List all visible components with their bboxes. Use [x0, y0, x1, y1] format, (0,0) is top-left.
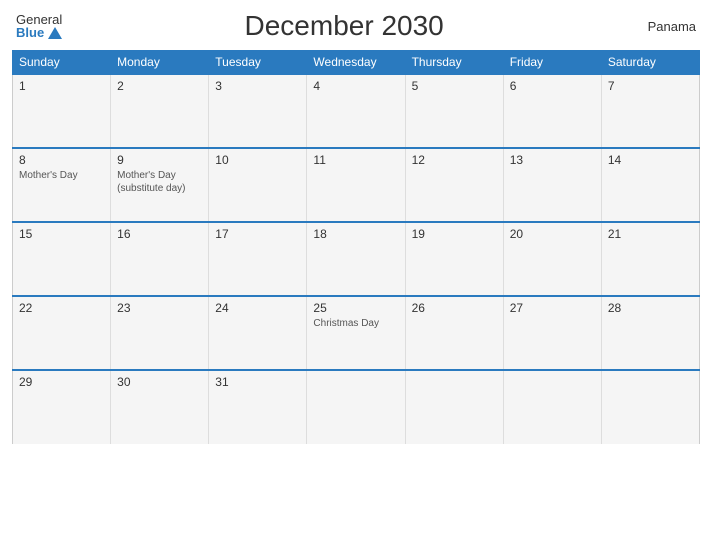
calendar-cell: 6	[503, 74, 601, 148]
calendar-cell: 18	[307, 222, 405, 296]
day-number: 2	[117, 79, 202, 93]
calendar-cell: 17	[209, 222, 307, 296]
calendar-header: General Blue December 2030 Panama	[12, 10, 700, 42]
calendar-cell: 20	[503, 222, 601, 296]
weekday-header-row: Sunday Monday Tuesday Wednesday Thursday…	[13, 51, 700, 75]
day-number: 9	[117, 153, 202, 167]
calendar-cell: 7	[601, 74, 699, 148]
day-number: 13	[510, 153, 595, 167]
logo: General Blue	[16, 13, 62, 39]
day-number: 21	[608, 227, 693, 241]
day-number: 18	[313, 227, 398, 241]
day-number: 8	[19, 153, 104, 167]
day-number: 29	[19, 375, 104, 389]
event-label: (substitute day)	[117, 182, 202, 195]
day-number: 25	[313, 301, 398, 315]
calendar-cell: 13	[503, 148, 601, 222]
calendar-cell	[307, 370, 405, 444]
header-friday: Friday	[503, 51, 601, 75]
day-number: 27	[510, 301, 595, 315]
calendar-week-row: 15 16 17 18 19 20 21	[13, 222, 700, 296]
calendar-cell: 26	[405, 296, 503, 370]
calendar-cell: 19	[405, 222, 503, 296]
day-number: 6	[510, 79, 595, 93]
day-number: 30	[117, 375, 202, 389]
day-number: 5	[412, 79, 497, 93]
day-number: 24	[215, 301, 300, 315]
calendar-cell: 15	[13, 222, 111, 296]
calendar-cell: 22	[13, 296, 111, 370]
header-monday: Monday	[111, 51, 209, 75]
calendar-cell: 29	[13, 370, 111, 444]
calendar-cell: 25 Christmas Day	[307, 296, 405, 370]
day-number: 28	[608, 301, 693, 315]
calendar-week-row: 29 30 31	[13, 370, 700, 444]
calendar-cell: 10	[209, 148, 307, 222]
logo-blue-text: Blue	[16, 26, 62, 39]
calendar-cell: 12	[405, 148, 503, 222]
calendar-cell: 16	[111, 222, 209, 296]
day-number: 19	[412, 227, 497, 241]
day-number: 20	[510, 227, 595, 241]
calendar-cell: 5	[405, 74, 503, 148]
header-saturday: Saturday	[601, 51, 699, 75]
calendar-week-row: 8Mother's Day9Mother's Day(substitute da…	[13, 148, 700, 222]
calendar-cell	[405, 370, 503, 444]
day-number: 17	[215, 227, 300, 241]
day-number: 14	[608, 153, 693, 167]
day-number: 22	[19, 301, 104, 315]
calendar-cell: 30	[111, 370, 209, 444]
calendar-week-row: 22 23 24 25 Christmas Day 26 27 28	[13, 296, 700, 370]
calendar-cell: 27	[503, 296, 601, 370]
calendar-cell: 23	[111, 296, 209, 370]
calendar-cell: 28	[601, 296, 699, 370]
day-number: 10	[215, 153, 300, 167]
day-number: 16	[117, 227, 202, 241]
calendar-wrapper: General Blue December 2030 Panama Sunday…	[0, 0, 712, 550]
logo-triangle-icon	[48, 27, 62, 39]
header-tuesday: Tuesday	[209, 51, 307, 75]
calendar-cell: 31	[209, 370, 307, 444]
day-number: 11	[313, 153, 398, 167]
day-number: 7	[608, 79, 693, 93]
calendar-cell: 11	[307, 148, 405, 222]
event-label: Mother's Day	[117, 169, 202, 182]
header-sunday: Sunday	[13, 51, 111, 75]
country-label: Panama	[626, 19, 696, 34]
calendar-week-row: 1234567	[13, 74, 700, 148]
calendar-table: Sunday Monday Tuesday Wednesday Thursday…	[12, 50, 700, 444]
header-thursday: Thursday	[405, 51, 503, 75]
calendar-cell: 9 Mother's Day(substitute day)	[111, 148, 209, 222]
event-label: Christmas Day	[313, 317, 398, 330]
calendar-cell: 14	[601, 148, 699, 222]
calendar-cell: 24	[209, 296, 307, 370]
day-number: 4	[313, 79, 398, 93]
calendar-cell: 4	[307, 74, 405, 148]
day-number: 12	[412, 153, 497, 167]
day-number: 3	[215, 79, 300, 93]
day-number: 23	[117, 301, 202, 315]
day-number: 15	[19, 227, 104, 241]
calendar-cell: 3	[209, 74, 307, 148]
day-number: 26	[412, 301, 497, 315]
calendar-title: December 2030	[62, 10, 626, 42]
header-wednesday: Wednesday	[307, 51, 405, 75]
day-number: 31	[215, 375, 300, 389]
calendar-cell: 2	[111, 74, 209, 148]
calendar-cell	[503, 370, 601, 444]
calendar-cell: 8 Mother's Day	[13, 148, 111, 222]
calendar-cell: 21	[601, 222, 699, 296]
calendar-cell: 1	[13, 74, 111, 148]
event-label: Mother's Day	[19, 169, 104, 182]
calendar-cell	[601, 370, 699, 444]
day-number: 1	[19, 79, 104, 93]
